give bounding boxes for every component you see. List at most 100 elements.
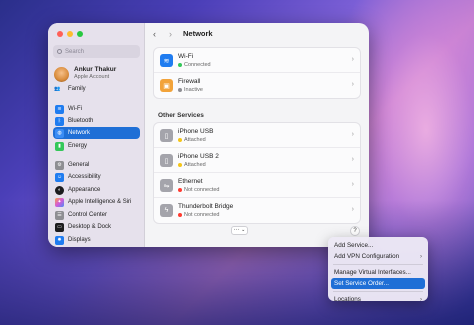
sidebar-item-general[interactable]: ⚙ General <box>53 159 140 171</box>
status-dot <box>178 163 182 167</box>
sidebar-item-network[interactable]: ◍ Network <box>53 127 140 139</box>
menu-item-set-service-order[interactable]: Set Service Order... <box>331 278 425 289</box>
status-dot <box>178 88 182 92</box>
menu-item-label: Add VPN Configuration <box>334 253 400 260</box>
other-services-heading: Other Services <box>158 112 204 119</box>
status-dot <box>178 138 182 142</box>
phone-icon: ▯ <box>160 154 173 167</box>
service-title: iPhone USB 2 <box>178 153 219 160</box>
chevron-right-icon: › <box>351 131 354 138</box>
minimize-window-button[interactable] <box>67 31 73 37</box>
more-actions-button[interactable]: ··· ⌄ <box>231 226 248 235</box>
service-title: Firewall <box>178 78 201 85</box>
sidebar-item-label: Appearance <box>68 187 101 193</box>
service-title: Thunderbolt Bridge <box>178 203 234 210</box>
menu-item-add-vpn[interactable]: Add VPN Configuration › <box>331 251 425 262</box>
sidebar: Search Ankur Thakur Apple Account 👥 Fami… <box>48 23 145 247</box>
phone-icon: ▯ <box>160 129 173 142</box>
sidebar-item-label: Wi-Fi <box>68 106 82 112</box>
accessibility-icon: ☺ <box>55 172 64 182</box>
sidebar-item-label: Apple Intelligence & Siri <box>68 199 132 205</box>
service-status: Not connected <box>178 212 219 218</box>
chevron-right-icon: › <box>420 253 422 260</box>
service-row-firewall[interactable]: ▣ Firewall Inactive › <box>154 73 360 98</box>
search-icon <box>57 49 62 54</box>
service-status: Connected <box>178 62 211 68</box>
chevron-right-icon: › <box>351 156 354 163</box>
forward-arrow-icon[interactable]: › <box>169 29 172 39</box>
status-dot <box>178 63 182 67</box>
back-arrow-icon[interactable]: ‹ <box>153 29 156 39</box>
page-title: Network <box>183 29 213 38</box>
status-text: Not connected <box>184 187 220 193</box>
status-text: Not connected <box>184 212 220 218</box>
search-placeholder: Search <box>65 48 85 55</box>
sidebar-item-accessibility[interactable]: ☺ Accessibility <box>53 171 140 183</box>
wifi-icon: ≋ <box>160 54 173 67</box>
sidebar-item-apple-intelligence[interactable]: ✦ Apple Intelligence & Siri <box>53 196 140 208</box>
sidebar-item-label: Displays <box>68 237 91 243</box>
globe-icon: ◍ <box>55 128 64 138</box>
system-settings-window: Search Ankur Thakur Apple Account 👥 Fami… <box>48 23 369 247</box>
sidebar-item-label: General <box>68 162 90 168</box>
other-services-card: ▯ iPhone USB Attached › ▯ iPhone USB 2 A… <box>153 122 361 224</box>
dock-icon: ▭ <box>55 222 64 232</box>
service-status: Not connected <box>178 187 219 193</box>
ethernet-icon: ⇋ <box>160 179 173 192</box>
sidebar-item-desktop-dock[interactable]: ▭ Desktop & Dock <box>53 221 140 233</box>
status-dot <box>178 188 182 192</box>
menu-item-manage-virtual-interfaces[interactable]: Manage Virtual Interfaces... <box>331 267 425 278</box>
bluetooth-icon: ᛒ <box>55 116 64 126</box>
status-text: Connected <box>184 62 211 68</box>
display-icon: ✹ <box>55 235 64 245</box>
apple-account-item[interactable]: Ankur Thakur Apple Account 👥 Family <box>54 66 142 94</box>
menu-item-locations[interactable]: Locations › <box>331 294 425 305</box>
chevron-right-icon: › <box>420 296 422 303</box>
zoom-window-button[interactable] <box>77 31 83 37</box>
service-row-iphone-usb-2[interactable]: ▯ iPhone USB 2 Attached › <box>154 148 360 173</box>
thunderbolt-icon: ϟ <box>160 204 173 217</box>
service-status: Inactive <box>178 87 203 93</box>
service-row-thunderbolt-bridge[interactable]: ϟ Thunderbolt Bridge Not connected › <box>154 198 360 223</box>
account-name: Ankur Thakur <box>74 66 117 73</box>
siri-icon: ✦ <box>55 197 64 207</box>
service-row-wifi[interactable]: ≋ Wi-Fi Connected › <box>154 48 360 73</box>
status-text: Attached <box>184 137 206 143</box>
service-row-iphone-usb[interactable]: ▯ iPhone USB Attached › <box>154 123 360 148</box>
wifi-icon: ≋ <box>55 104 64 114</box>
status-text: Inactive <box>184 87 203 93</box>
menu-item-add-service[interactable]: Add Service... <box>331 240 425 251</box>
service-title: Ethernet <box>178 178 203 185</box>
chevron-down-icon: ⌄ <box>239 227 246 233</box>
sidebar-search-input[interactable]: Search <box>53 45 140 58</box>
services-card: ≋ Wi-Fi Connected › ▣ Firewall Inactive … <box>153 47 361 99</box>
service-status: Attached <box>178 137 206 143</box>
sidebar-item-appearance[interactable]: ◐ Appearance <box>53 184 140 196</box>
sidebar-item-label: Control Center <box>68 212 108 218</box>
appearance-icon: ◐ <box>55 185 64 195</box>
gear-icon: ⚙ <box>55 160 64 170</box>
sidebar-item-label: Bluetooth <box>68 118 94 124</box>
sidebar-item-wifi[interactable]: ≋ Wi-Fi <box>53 103 140 115</box>
service-title: Wi-Fi <box>178 53 194 60</box>
sidebar-item-label: Network <box>68 130 91 136</box>
status-dot <box>178 213 182 217</box>
sidebar-item-energy[interactable]: ▮ Energy <box>53 140 140 152</box>
service-title: iPhone USB <box>178 128 214 135</box>
chevron-right-icon: › <box>351 206 354 213</box>
menu-separator <box>333 291 423 292</box>
sidebar-item-displays[interactable]: ✹ Displays <box>53 234 140 246</box>
account-subtitle: Apple Account <box>74 74 110 80</box>
sidebar-item-control-center[interactable]: ☰ Control Center <box>53 209 140 221</box>
service-status: Attached <box>178 162 206 168</box>
sidebar-item-family[interactable]: 👥 Family <box>54 86 86 92</box>
help-button[interactable]: ? <box>350 226 360 236</box>
sidebar-item-bluetooth[interactable]: ᛒ Bluetooth <box>53 115 140 127</box>
chevron-right-icon: › <box>351 81 354 88</box>
close-window-button[interactable] <box>57 31 63 37</box>
family-label: Family <box>68 86 86 92</box>
service-row-ethernet[interactable]: ⇋ Ethernet Not connected › <box>154 173 360 198</box>
chevron-right-icon: › <box>351 56 354 63</box>
avatar <box>54 67 69 82</box>
sidebar-item-label: Accessibility <box>68 174 101 180</box>
